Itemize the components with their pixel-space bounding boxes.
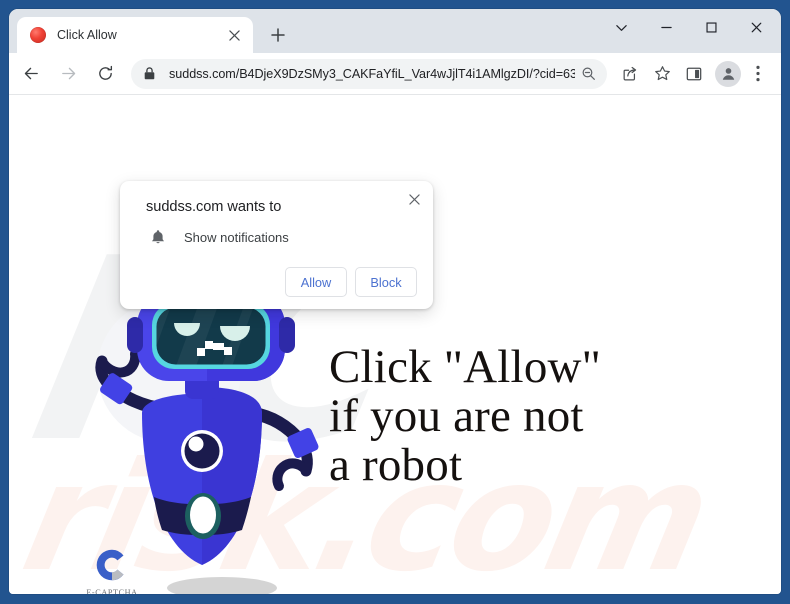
page-content: PC risk.com — [9, 95, 781, 594]
permission-close-icon[interactable] — [403, 188, 425, 210]
allow-button[interactable]: Allow — [285, 267, 347, 297]
lock-icon — [144, 67, 158, 80]
window-controls — [599, 9, 781, 46]
address-bar[interactable]: suddss.com/B4DjeX9DzSMy3_CAKFaYfiL_Var4w… — [131, 58, 607, 89]
tab-search-chevron-down-icon[interactable] — [599, 9, 644, 46]
bell-icon — [148, 229, 168, 245]
ecaptcha-logo: E-CAPTCHA — [81, 545, 143, 594]
tab-strip: Click Allow — [9, 9, 781, 53]
zoom-out-icon[interactable] — [575, 61, 601, 87]
browser-tab[interactable]: Click Allow — [17, 17, 253, 53]
forward-arrow-icon[interactable] — [53, 58, 84, 90]
headline-line-1: Click "Allow" — [329, 341, 602, 393]
new-tab-button[interactable] — [263, 20, 293, 50]
share-icon[interactable] — [615, 59, 645, 89]
side-panel-icon[interactable] — [679, 59, 709, 89]
block-button[interactable]: Block — [355, 267, 417, 297]
permission-title: suddss.com wants to — [146, 199, 282, 215]
three-dot-menu-icon[interactable] — [743, 59, 773, 89]
minimize-button[interactable] — [644, 9, 689, 46]
reload-icon[interactable] — [90, 58, 121, 90]
maximize-button[interactable] — [689, 9, 734, 46]
close-window-button[interactable] — [734, 9, 779, 46]
browser-window-frame: Click Allow suddss.com/B4DjeX9DzSMy3_CAK… — [0, 0, 790, 604]
headline-line-2: if you are not — [329, 389, 584, 442]
permission-actions: Allow Block — [136, 267, 417, 297]
page-headline: Click "Allow" if you are not a robot — [329, 343, 601, 490]
profile-avatar-icon[interactable] — [715, 60, 741, 87]
c-shape-mark-icon — [96, 549, 124, 581]
tab-favicon-icon — [30, 27, 46, 43]
browser-window: Click Allow suddss.com/B4DjeX9DzSMy3_CAK… — [9, 9, 781, 594]
back-arrow-icon[interactable] — [16, 58, 47, 90]
ecaptcha-label: E-CAPTCHA — [86, 588, 138, 594]
tab-close-icon[interactable] — [223, 24, 245, 46]
bookmark-star-icon[interactable] — [647, 59, 677, 89]
permission-request-text: Show notifications — [184, 229, 289, 245]
tab-title: Click Allow — [57, 28, 117, 42]
url-text: suddss.com/B4DjeX9DzSMy3_CAKFaYfiL_Var4w… — [169, 66, 575, 81]
browser-toolbar: suddss.com/B4DjeX9DzSMy3_CAKFaYfiL_Var4w… — [9, 53, 781, 95]
permission-request-row: Show notifications — [136, 229, 417, 245]
headline-line-3: a robot — [329, 438, 463, 491]
notification-permission-dialog: suddss.com wants to Show notifications A… — [120, 181, 433, 309]
